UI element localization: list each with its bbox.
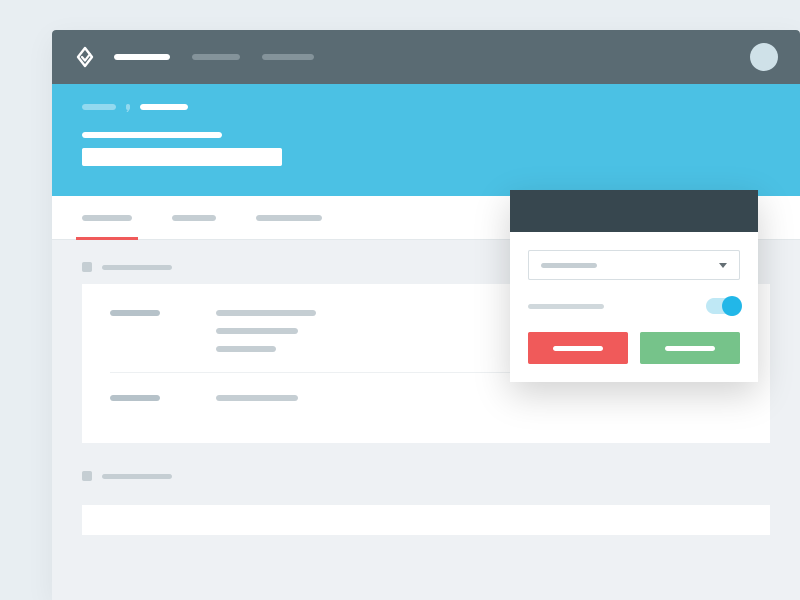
app-window: Home Reports Settings Parent › Current P… <box>52 30 800 600</box>
top-nav: Home Reports Settings <box>52 30 800 84</box>
toggle-knob <box>722 296 742 316</box>
toggle-row: Enable option <box>528 298 740 314</box>
row-values: Value line one Value line two Value thre… <box>216 310 316 352</box>
toggle-label: Enable option <box>528 304 604 309</box>
section-heading: Section <box>82 471 770 481</box>
nav-item-settings[interactable]: Settings <box>262 54 314 60</box>
tab-overview[interactable]: Overview <box>82 215 132 221</box>
row-label: Field A <box>110 310 160 316</box>
chevron-right-icon: › <box>126 104 130 110</box>
tab-activity[interactable]: Activity Log <box>256 215 322 221</box>
hero-banner: Parent › Current Page Title Subtitle or … <box>52 84 800 196</box>
popover-body: Option Enable option Cancel Confirm <box>510 232 758 382</box>
chevron-down-icon <box>719 263 727 268</box>
diamond-logo-icon[interactable] <box>74 46 96 68</box>
breadcrumb-current: Current <box>140 104 188 110</box>
action-popover: Option Enable option Cancel Confirm <box>510 190 758 382</box>
nav-items: Home Reports Settings <box>114 54 314 60</box>
dropdown-select[interactable]: Option <box>528 250 740 280</box>
section-icon <box>82 262 92 272</box>
section-heading-text: Section <box>102 265 172 270</box>
button-label: Confirm <box>665 346 715 351</box>
tab-details[interactable]: Details <box>172 215 216 221</box>
button-label: Cancel <box>553 346 603 351</box>
details-card <box>82 505 770 535</box>
breadcrumb-parent[interactable]: Parent <box>82 104 116 110</box>
row-value: Value line two <box>216 328 298 334</box>
section-heading-text: Section <box>102 474 172 479</box>
section-icon <box>82 471 92 481</box>
row-label: Field B <box>110 395 160 401</box>
row-values: Value line one <box>216 395 298 401</box>
breadcrumb: Parent › Current <box>82 104 770 110</box>
section-2: Section <box>82 471 770 535</box>
button-row: Cancel Confirm <box>528 332 740 364</box>
toggle-switch[interactable] <box>706 298 740 314</box>
confirm-button[interactable]: Confirm <box>640 332 740 364</box>
select-value: Option <box>541 263 597 268</box>
row-value: Value line one <box>216 395 298 401</box>
nav-item-reports[interactable]: Reports <box>192 54 240 60</box>
user-avatar[interactable] <box>750 43 778 71</box>
row-value: Value three <box>216 346 276 352</box>
nav-item-home[interactable]: Home <box>114 54 170 60</box>
row-value: Value line one <box>216 310 316 316</box>
page-title: Page Title <box>82 132 222 138</box>
cancel-button[interactable]: Cancel <box>528 332 628 364</box>
popover-header <box>510 190 758 232</box>
page-subtitle: Subtitle or search field <box>82 148 282 166</box>
